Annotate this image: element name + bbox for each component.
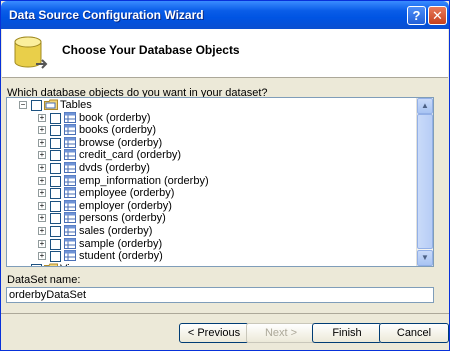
tree-scrollbar[interactable]: ▲ ▼ bbox=[416, 98, 433, 266]
next-button[interactable]: Next > bbox=[246, 323, 316, 343]
tree-item-label: books (orderby) bbox=[79, 124, 157, 137]
tree-item[interactable]: + persons (orderby) bbox=[7, 212, 407, 225]
expand-icon[interactable]: + bbox=[38, 113, 46, 122]
cancel-button[interactable]: Cancel bbox=[379, 323, 449, 343]
table-checkbox[interactable] bbox=[50, 238, 61, 250]
tree-item[interactable]: + dvds (orderby) bbox=[7, 162, 407, 175]
tree-item-label: credit_card (orderby) bbox=[79, 149, 182, 162]
tree-item[interactable]: + sample (orderby) bbox=[7, 237, 407, 251]
table-checkbox[interactable] bbox=[50, 150, 61, 162]
table-checkbox[interactable] bbox=[50, 200, 61, 212]
expand-icon[interactable]: + bbox=[38, 252, 46, 261]
expand-icon[interactable]: + bbox=[38, 151, 46, 160]
tree-item[interactable]: + book (orderby) bbox=[7, 111, 407, 125]
dataset-name-label: DataSet name: bbox=[7, 274, 81, 286]
tree-item-label: student (orderby) bbox=[79, 250, 163, 263]
tree-item-label: sales (orderby) bbox=[79, 225, 153, 237]
tree-item-label: browse (orderby) bbox=[79, 136, 163, 149]
tables-checkbox[interactable] bbox=[31, 100, 42, 111]
expand-icon[interactable]: + bbox=[38, 239, 46, 248]
tree-item-label: emp_information (orderby) bbox=[79, 174, 209, 187]
tree-node-label: Tables bbox=[60, 99, 92, 111]
expand-icon[interactable]: + bbox=[38, 189, 46, 198]
tree-item[interactable]: + sales (orderby) bbox=[7, 225, 407, 238]
table-checkbox[interactable] bbox=[50, 175, 61, 187]
expand-icon[interactable]: + bbox=[38, 138, 46, 147]
tree-item-label: employee (orderby) bbox=[79, 187, 175, 200]
expand-icon[interactable]: + bbox=[38, 176, 46, 185]
tree-item-label: employer (orderby) bbox=[79, 199, 172, 212]
tree-node-tables[interactable]: − Tables bbox=[7, 99, 407, 112]
tree-item[interactable]: + employee (orderby) bbox=[7, 187, 407, 200]
footer-divider bbox=[1, 313, 449, 314]
tree-item[interactable]: + books (orderby) bbox=[7, 124, 407, 137]
expand-icon[interactable]: + bbox=[38, 227, 46, 235]
table-checkbox[interactable] bbox=[50, 137, 61, 149]
table-checkbox[interactable] bbox=[50, 125, 61, 137]
expand-icon[interactable]: + bbox=[38, 164, 46, 172]
scroll-down-icon[interactable]: ▼ bbox=[417, 250, 433, 266]
tree-item-label: book (orderby) bbox=[79, 111, 151, 124]
tree-item-label: persons (orderby) bbox=[79, 212, 166, 225]
scroll-up-icon[interactable]: ▲ bbox=[417, 98, 433, 114]
tree-item[interactable]: + browse (orderby) bbox=[7, 136, 407, 150]
table-checkbox[interactable] bbox=[50, 188, 61, 200]
views-checkbox[interactable] bbox=[31, 263, 42, 266]
database-objects-tree[interactable]: − Tables + book (orderby) + books (orderby) + b… bbox=[6, 97, 434, 267]
tree-item[interactable]: + student (orderby) bbox=[7, 250, 407, 263]
tree-item-label: sample (orderby) bbox=[79, 237, 163, 250]
expand-icon[interactable]: + bbox=[38, 201, 46, 210]
scroll-thumb[interactable] bbox=[417, 114, 433, 249]
table-checkbox[interactable] bbox=[50, 213, 61, 225]
dataset-name-input[interactable]: orderbyDataSet bbox=[6, 287, 434, 303]
page-title: Choose Your Database Objects bbox=[62, 43, 240, 57]
table-checkbox[interactable] bbox=[50, 112, 61, 124]
close-button[interactable]: ✕ bbox=[428, 6, 447, 25]
tree-item-label: dvds (orderby) bbox=[79, 162, 150, 174]
tree-node-views[interactable]: Views bbox=[7, 263, 407, 266]
window-title: Data Source Configuration Wizard bbox=[9, 8, 204, 22]
expand-icon[interactable]: + bbox=[38, 126, 46, 135]
table-checkbox[interactable] bbox=[50, 226, 61, 237]
collapse-icon[interactable]: − bbox=[19, 101, 27, 109]
table-checkbox[interactable] bbox=[50, 251, 61, 263]
views-folder-icon bbox=[44, 263, 58, 266]
database-icon bbox=[14, 36, 48, 69]
wizard-header: Choose Your Database Objects bbox=[2, 29, 448, 78]
tree-item[interactable]: + employer (orderby) bbox=[7, 199, 407, 213]
title-bar[interactable]: Data Source Configuration Wizard ? ✕ bbox=[1, 1, 449, 29]
wizard-window: Data Source Configuration Wizard ? ✕ Cho… bbox=[0, 0, 450, 351]
tree-node-label: Views bbox=[60, 263, 89, 266]
table-checkbox[interactable] bbox=[50, 163, 61, 174]
tree-item[interactable]: + credit_card (orderby) bbox=[7, 149, 407, 162]
previous-button[interactable]: < Previous bbox=[179, 323, 249, 343]
expand-icon[interactable]: + bbox=[38, 214, 46, 223]
help-button[interactable]: ? bbox=[407, 6, 426, 25]
tree-item[interactable]: + emp_information (orderby) bbox=[7, 174, 407, 188]
finish-button[interactable]: Finish bbox=[312, 323, 382, 343]
